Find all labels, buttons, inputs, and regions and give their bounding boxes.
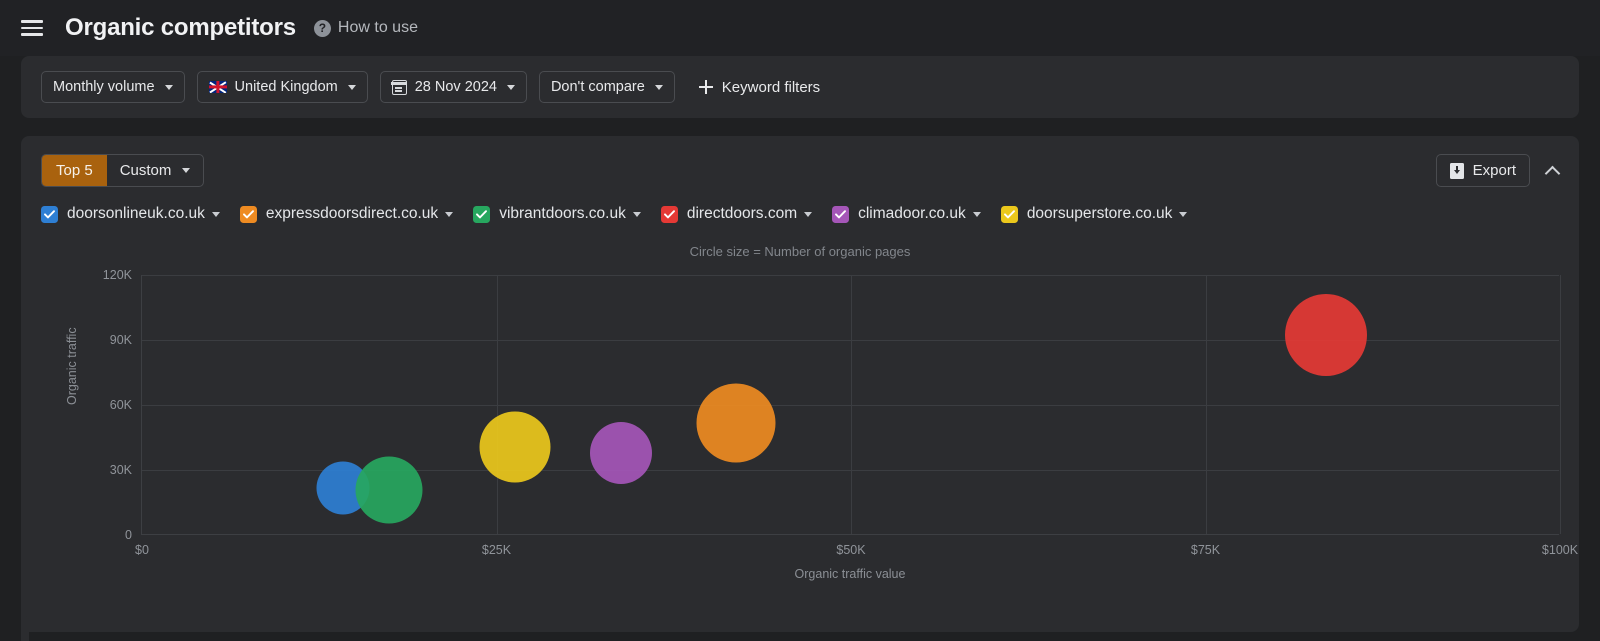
legend-checkbox-checked[interactable] bbox=[473, 205, 491, 223]
legend-item[interactable]: doorsuperstore.co.uk bbox=[1000, 205, 1188, 223]
x-axis-tick: $0 bbox=[135, 543, 149, 557]
chevron-down-icon bbox=[182, 168, 191, 173]
chart-bubble[interactable] bbox=[1285, 293, 1368, 376]
legend-checkbox-checked[interactable] bbox=[1000, 205, 1018, 223]
chart-bubble[interactable] bbox=[696, 383, 776, 463]
download-file-icon bbox=[1449, 162, 1464, 179]
legend-checkbox-checked[interactable] bbox=[660, 205, 678, 223]
legend-item[interactable]: doorsonlineuk.co.uk bbox=[41, 205, 220, 223]
export-label: Export bbox=[1472, 162, 1516, 179]
chevron-down-icon[interactable] bbox=[972, 211, 981, 217]
chart-bubble[interactable] bbox=[590, 421, 653, 484]
page-title: Organic competitors bbox=[65, 14, 296, 41]
competitor-count-segmented-control: Top 5 Custom bbox=[41, 154, 205, 187]
legend-item-label: vibrantdoors.co.uk bbox=[499, 205, 626, 222]
legend-checkbox-checked[interactable] bbox=[239, 205, 257, 223]
chevron-down-icon[interactable] bbox=[1179, 211, 1188, 217]
legend-item[interactable]: directdoors.com bbox=[660, 205, 813, 223]
legend-item[interactable]: expressdoorsdirect.co.uk bbox=[239, 205, 454, 223]
legend-item[interactable]: climadoor.co.uk bbox=[832, 205, 981, 223]
legend-item-label: directdoors.com bbox=[686, 205, 798, 222]
date-filter-dropdown[interactable]: 28 Nov 2024 bbox=[379, 71, 527, 103]
chevron-down-icon[interactable] bbox=[211, 211, 220, 217]
legend-checkbox-checked[interactable] bbox=[41, 205, 58, 223]
legend-item-label: climadoor.co.uk bbox=[858, 205, 966, 222]
chevron-down-icon bbox=[506, 84, 515, 90]
chevron-down-icon bbox=[347, 84, 356, 90]
keyword-filters-button[interactable]: Keyword filters bbox=[698, 78, 821, 96]
question-circle-icon: ? bbox=[313, 19, 331, 37]
x-axis-tick: $25K bbox=[481, 543, 512, 557]
y-axis-tick: 90K bbox=[109, 333, 132, 347]
chart-bubble[interactable] bbox=[479, 411, 551, 483]
gridline-vertical bbox=[851, 275, 852, 534]
legend-item-label: doorsuperstore.co.uk bbox=[1026, 205, 1173, 222]
y-axis-tick: 120K bbox=[102, 268, 132, 282]
chart-card: Top 5 Custom Export doorsonlineuk.co.uk e… bbox=[21, 136, 1579, 641]
uk-flag-icon bbox=[208, 81, 227, 93]
y-axis-label: Organic traffic bbox=[65, 327, 79, 405]
y-axis-tick: 60K bbox=[109, 398, 132, 412]
custom-dropdown[interactable]: Custom bbox=[107, 155, 204, 186]
gridline-vertical bbox=[496, 275, 498, 534]
how-to-use-label: How to use bbox=[337, 19, 418, 36]
compare-filter-label: Don't compare bbox=[550, 79, 645, 95]
left-edge-sliver bbox=[21, 616, 29, 641]
metric-filter-label: Monthly volume bbox=[53, 79, 155, 95]
country-filter-label: United Kingdom bbox=[234, 79, 338, 95]
chevron-down-icon[interactable] bbox=[445, 211, 454, 217]
plus-icon bbox=[698, 80, 713, 94]
chevron-down-icon[interactable] bbox=[632, 211, 641, 217]
chart-card-header: Top 5 Custom Export bbox=[41, 154, 1559, 187]
x-axis-tick: $100K bbox=[1541, 543, 1579, 557]
chevron-down-icon bbox=[164, 84, 173, 90]
x-axis-tick: $50K bbox=[836, 543, 866, 557]
chart-bubble[interactable] bbox=[355, 456, 423, 523]
legend-checkbox-checked[interactable] bbox=[832, 205, 850, 223]
chart-card-header-actions: Export bbox=[1435, 154, 1559, 187]
date-filter-label: 28 Nov 2024 bbox=[414, 79, 497, 95]
y-axis-tick: 30K bbox=[109, 463, 132, 477]
export-button[interactable]: Export bbox=[1435, 154, 1530, 187]
chart-size-note: Circle size = Number of organic pages bbox=[689, 244, 911, 259]
filter-bar-wrapper: Monthly volume United Kingdom 28 Nov 202… bbox=[0, 56, 1600, 118]
chevron-up-icon[interactable] bbox=[1546, 164, 1559, 177]
plot-area: 0 30K 60K 90K 120K $0 $25K $50K $75K $100K bbox=[103, 268, 1578, 557]
legend-item-label: doorsonlineuk.co.uk bbox=[67, 205, 205, 222]
gridline-vertical bbox=[1560, 275, 1561, 534]
gridline-vertical bbox=[1205, 275, 1207, 534]
keyword-filters-label: Keyword filters bbox=[721, 78, 821, 96]
legend-item-label: expressdoorsdirect.co.uk bbox=[265, 205, 439, 222]
x-axis-label: Organic traffic value bbox=[794, 567, 906, 581]
competitor-legend: doorsonlineuk.co.uk expressdoorsdirect.co… bbox=[41, 205, 1559, 223]
chart-card-wrapper: Top 5 Custom Export doorsonlineuk.co.uk e… bbox=[0, 118, 1600, 641]
custom-label: Custom bbox=[119, 162, 172, 179]
hamburger-menu-icon[interactable] bbox=[21, 20, 43, 36]
metric-filter-dropdown[interactable]: Monthly volume bbox=[41, 71, 185, 103]
top-5-button[interactable]: Top 5 bbox=[42, 155, 107, 186]
y-axis-tick: 0 bbox=[125, 528, 132, 542]
chevron-down-icon[interactable] bbox=[804, 211, 813, 217]
filter-bar: Monthly volume United Kingdom 28 Nov 202… bbox=[21, 56, 1579, 118]
top-header-bar: Organic competitors ? How to use bbox=[0, 0, 1600, 56]
calendar-icon bbox=[391, 79, 408, 95]
bubble-chart: Organic traffic 0 30K 60K 90K 120K $0 $25K $50K… bbox=[41, 265, 1578, 595]
legend-item[interactable]: vibrantdoors.co.uk bbox=[473, 205, 641, 223]
country-filter-dropdown[interactable]: United Kingdom bbox=[196, 71, 368, 103]
x-axis-tick: $75K bbox=[1190, 543, 1221, 557]
compare-filter-dropdown[interactable]: Don't compare bbox=[538, 71, 675, 103]
how-to-use-link[interactable]: ? How to use bbox=[313, 19, 418, 37]
chevron-down-icon bbox=[654, 84, 663, 90]
